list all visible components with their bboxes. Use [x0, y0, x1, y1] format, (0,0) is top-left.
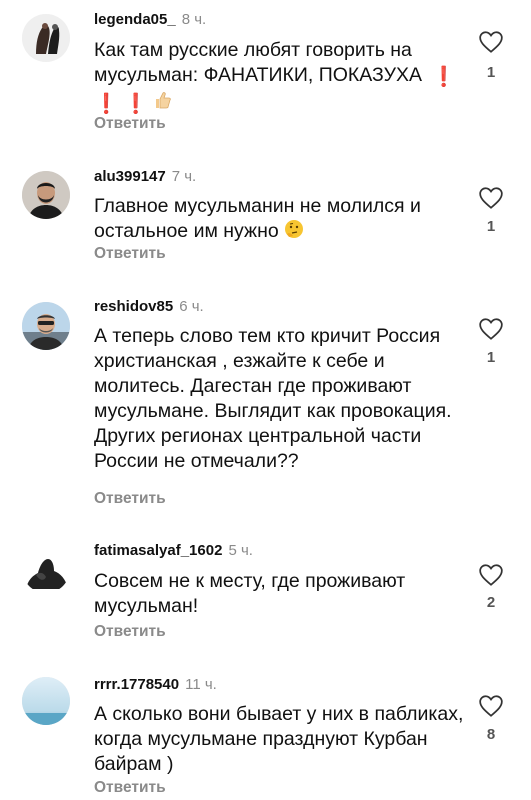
avatar[interactable]: [22, 677, 70, 725]
avatar[interactable]: [22, 171, 70, 219]
username[interactable]: reshidov85: [94, 298, 173, 315]
timestamp: 8 ч.: [181, 11, 207, 28]
comment-text: Как там русские любят говорить на мусуль…: [94, 38, 469, 117]
timestamp: 11 ч.: [185, 676, 217, 693]
exclamation-icon: ❗: [123, 93, 148, 115]
heart-icon: [479, 695, 503, 717]
comment-meta: rrrr.1778540 11 ч.: [94, 676, 217, 694]
like-count: 8: [486, 726, 496, 743]
heart-icon: [479, 187, 503, 209]
like-count: 2: [486, 594, 496, 611]
like-button[interactable]: [478, 563, 504, 587]
comment-text: А сколько вони бывает у них в пабликах, …: [94, 702, 469, 777]
timestamp: 5 ч.: [228, 542, 253, 559]
like-button[interactable]: [478, 30, 504, 54]
timestamp: 7 ч.: [171, 168, 197, 185]
exclamation-icon: ❗: [94, 93, 119, 115]
username[interactable]: rrrr.1778540: [94, 676, 179, 693]
reply-button[interactable]: Ответить: [94, 779, 166, 797]
avatar[interactable]: [22, 545, 70, 593]
comment-body: Совсем не к месту, где проживают мусульм…: [94, 570, 406, 617]
avatar[interactable]: [22, 14, 70, 62]
reply-button[interactable]: Ответить: [94, 115, 166, 133]
comment-meta: reshidov85 6 ч.: [94, 298, 204, 316]
heart-icon: [479, 564, 503, 586]
comment-body: А теперь слово тем кто кричит Россия хри…: [94, 325, 452, 472]
heart-icon: [479, 318, 503, 340]
comment-meta: legenda05_ 8 ч.: [94, 11, 206, 29]
thinking-face-icon: [284, 219, 304, 246]
like-button[interactable]: [478, 317, 504, 341]
reply-button[interactable]: Ответить: [94, 623, 166, 641]
like-count: 1: [486, 218, 496, 235]
like-button[interactable]: [478, 186, 504, 210]
comment-text: Совсем не к месту, где проживают мусульм…: [94, 569, 469, 619]
comment-body: А сколько вони бывает у них в пабликах, …: [94, 703, 464, 775]
thumbs-up-icon: [153, 90, 173, 117]
like-count: 1: [486, 64, 496, 81]
like-button[interactable]: [478, 694, 504, 718]
comment-meta: fatimasalyaf_1602 5 ч.: [94, 542, 253, 560]
username[interactable]: alu399147: [94, 168, 166, 185]
comment-text: Главное мусульманин не молился и остальн…: [94, 194, 469, 246]
reply-button[interactable]: Ответить: [94, 245, 166, 263]
avatar[interactable]: [22, 302, 70, 350]
username[interactable]: fatimasalyaf_1602: [94, 542, 222, 559]
exclamation-icon: ❗: [431, 66, 456, 88]
timestamp: 6 ч.: [179, 298, 204, 315]
like-count: 1: [486, 349, 496, 366]
reply-button[interactable]: Ответить: [94, 490, 166, 508]
heart-icon: [479, 31, 503, 53]
comment-body: Главное мусульманин не молился и остальн…: [94, 195, 421, 242]
comment-text: А теперь слово тем кто кричит Россия хри…: [94, 324, 454, 474]
username[interactable]: legenda05_: [94, 11, 176, 28]
comment-body: Как там русские любят говорить на мусуль…: [94, 39, 423, 86]
comment-meta: alu399147 7 ч.: [94, 168, 196, 186]
